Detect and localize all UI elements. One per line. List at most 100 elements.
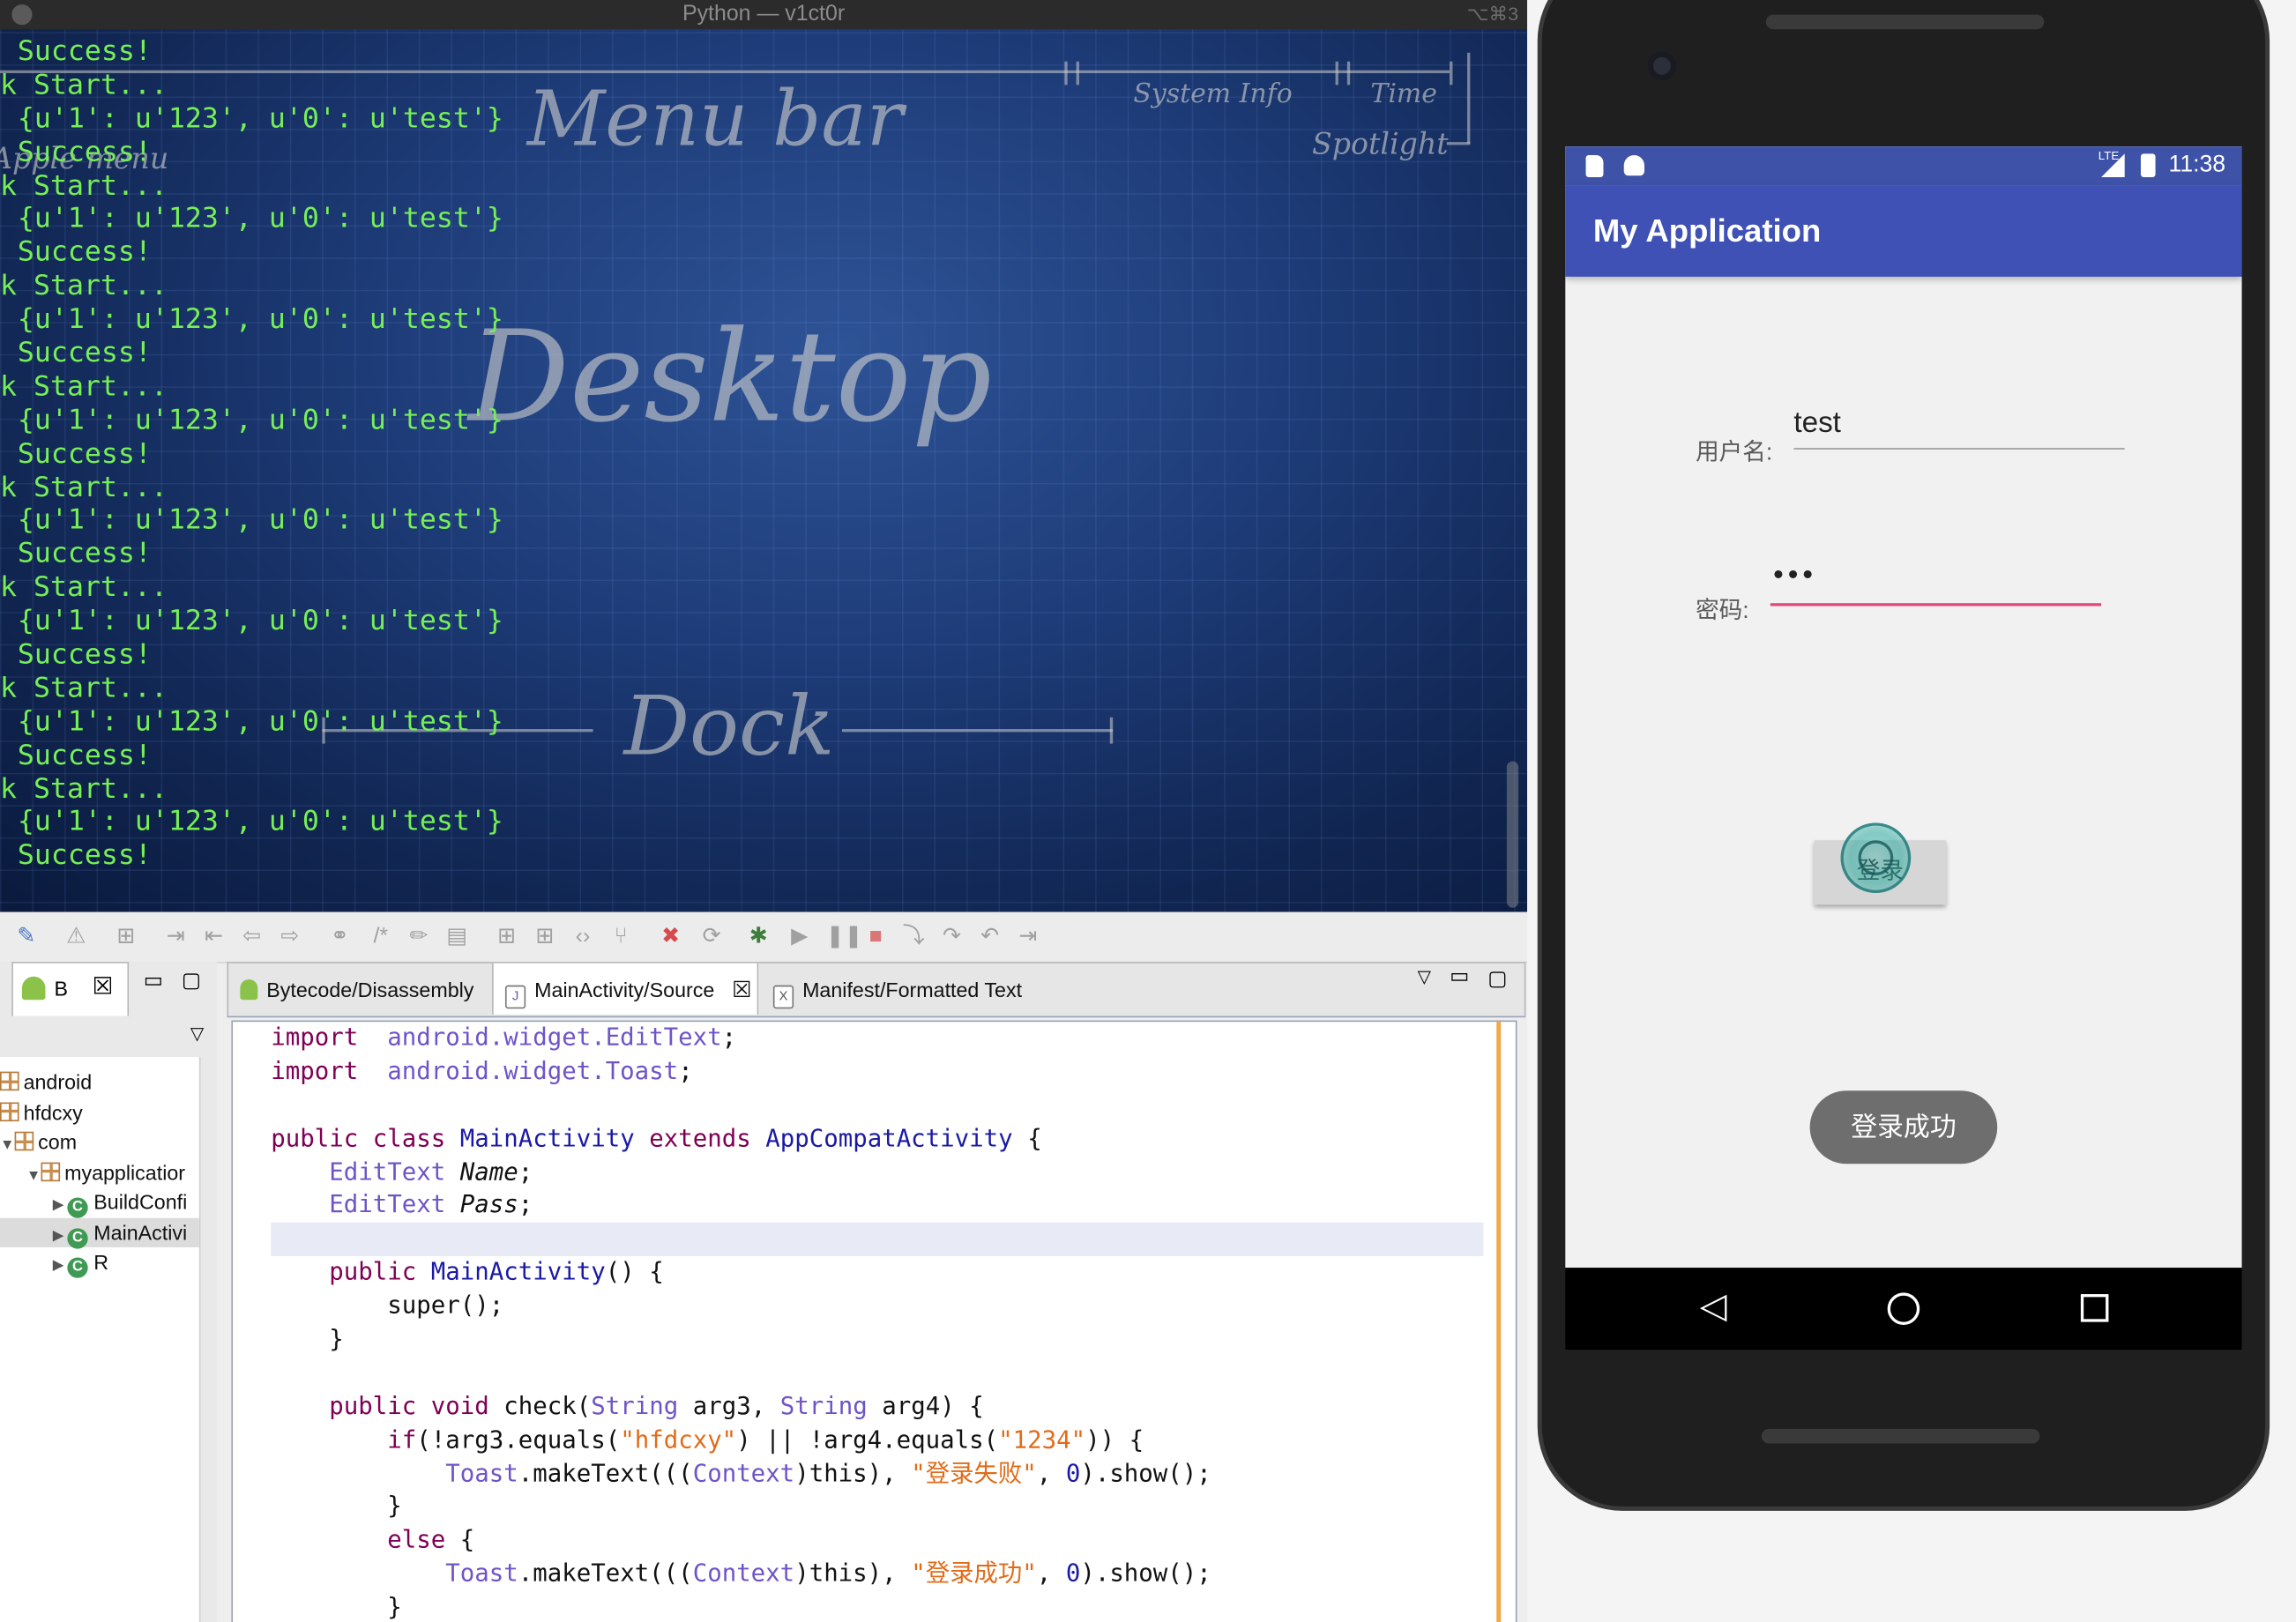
tree-item[interactable]: ▼ myapplicatior [0,1157,199,1187]
tree-item-label: android [23,1069,93,1094]
tree-item-label: MainActivi [93,1220,188,1244]
tab-list-chevron-icon[interactable]: ▽ [1418,966,1431,986]
code-line: } [271,1323,1211,1357]
step-over-icon[interactable]: ↷ [940,925,964,949]
code-token: .makeText((( [518,1459,693,1487]
recents-icon[interactable] [2080,1294,2109,1322]
tree-item[interactable]: android [0,1068,199,1097]
terminal-line: Success! [17,839,152,872]
grid-icon[interactable]: ⊞ [495,925,518,949]
tab-label: Manifest/Formatted Text [802,978,1023,1001]
view-menu-icon[interactable]: ▽ [190,1023,204,1044]
close-icon[interactable]: ☒ [732,978,751,1002]
link-icon[interactable]: ⚭ [328,925,352,949]
step-return-icon[interactable]: ↶ [978,925,1002,949]
code-line: else { [271,1524,1211,1558]
delete-icon[interactable]: ✖ [659,925,682,949]
code-token: } [271,1324,344,1353]
maximize-icon[interactable]: ▢ [1487,966,1507,991]
phone-screen[interactable]: LTE 11:38 My Application 用户名: test 密码: •… [1565,146,2242,1269]
wallpaper-dock-label: Dock [623,679,835,775]
tag-icon[interactable]: ‹› [571,925,595,949]
android-notification-icon [1623,155,1644,176]
tab-mainactivity-source[interactable]: J MainActivity/Source ☒ [491,963,759,1015]
code-token: EditText [329,1157,446,1186]
tree-item-label: com [38,1130,78,1154]
stop-icon[interactable]: ■ [864,925,888,949]
terminal-line: Success! [17,739,152,771]
terminal-line: k Start... [0,471,168,503]
import-icon[interactable]: ⇤ [202,925,226,949]
terminal-line: Success! [17,638,152,671]
class-icon: C [67,1197,88,1218]
branch-icon[interactable]: ⑂ [609,925,633,949]
document-icon[interactable]: ▤ [445,925,469,949]
tab-bytecode-disassembly[interactable]: Bytecode/Disassembly [228,964,489,1015]
wallpaper-desktop-label: Desktop [468,304,993,451]
wallpaper-tick [1076,61,1079,86]
jump-to-icon[interactable]: ⇥ [164,925,188,949]
project-tab[interactable]: B ☒ [11,962,130,1016]
tree-item[interactable]: ▼ com [0,1127,199,1157]
wrench-icon[interactable]: ✎ [15,925,39,949]
wallpaper-time-label: Time [1370,78,1437,110]
back-icon[interactable]: ◁ [1691,1285,1735,1329]
terminal-titlebar[interactable]: Python — v1ct0r ⌥⌘3 [0,0,1528,30]
run-to-line-icon[interactable]: ⇥ [1017,925,1040,949]
tree-item[interactable]: ▶ C R [0,1247,199,1278]
code-token: android.widget.Toast [387,1056,679,1085]
editor-overview-ruler[interactable] [1496,1022,1502,1622]
project-explorer: B ☒ ▭ ▢ ▽ android hfdcxy ▼ com ▼ myapplicatio… [0,962,217,1622]
forward-arrow-icon[interactable]: ⇨ [279,925,302,949]
editor-area: Bytecode/Disassembly J MainActivity/Sourc… [227,962,1526,1622]
pause-icon[interactable]: ❚❚ [826,925,863,949]
code-token: } [271,1593,402,1621]
close-icon[interactable]: ☒ [93,972,114,1001]
new-window-icon[interactable]: ⊞ [115,925,138,949]
step-into-icon[interactable]: ⤵ [902,925,926,949]
tree-item-label: R [93,1250,109,1274]
app-toolbar: My Application [1565,185,2242,277]
maximize-icon[interactable]: ▢ [182,968,201,993]
tree-item[interactable]: ▶ C MainActivi [0,1216,199,1248]
code-token: AppCompatActivity [765,1123,1013,1152]
tab-manifest-formatted-text[interactable]: X Manifest/Formatted Text [762,964,1040,1015]
home-icon[interactable] [1887,1292,1920,1325]
code-token: arg4) { [867,1391,984,1420]
code-line: public class MainActivity extends AppCom… [271,1122,1211,1156]
warning-icon[interactable]: ⚠ [64,925,88,949]
grid-plus-icon[interactable]: ⊞ [533,925,556,949]
terminal-window[interactable]: Menu bar System Info Time Spotlight Appl… [0,0,1528,912]
pencil-icon[interactable]: ✏ [407,925,431,949]
terminal-scrollbar[interactable] [1506,761,1519,908]
code-token: ; [518,1190,533,1219]
minimize-icon[interactable]: ▭ [1450,964,1469,988]
decompiler-ide: ✎ ⚠ ⊞ ⇥ ⇤ ⇦ ⇨ ⚭ /* ✏ ▤ ⊞ ⊞ ‹› ⑂ ✖ ⟳ ✱ ▶ … [0,911,1528,1622]
terminal-line: {u'1': u'123', u'0': u'test'} [17,101,503,135]
collapsed-arrow-icon[interactable]: ▶ [53,1252,68,1281]
wallpaper-system-info-label: System Info [1133,78,1293,110]
username-input[interactable]: test [1793,404,2125,450]
network-type: LTE [2098,149,2120,163]
code-token: MainActivity [459,1123,635,1152]
debug-bug-icon[interactable]: ✱ [747,925,771,949]
run-icon[interactable]: ▶ [787,925,811,949]
code-token: public [329,1257,417,1286]
terminal-line: {u'1': u'123', u'0': u'test'} [17,504,503,537]
comment-icon[interactable]: /* [369,925,392,949]
refresh-icon[interactable]: ⟳ [700,925,724,949]
minimize-icon[interactable]: ▭ [144,968,163,993]
code-token: String [779,1391,868,1420]
code-token: ) || !arg4.equals( [736,1425,999,1454]
tree-item[interactable]: hfdcxy [0,1097,199,1127]
terminal-title: Python — v1ct0r [682,1,846,26]
back-arrow-icon[interactable]: ⇦ [240,925,264,949]
password-input[interactable]: ••• [1770,559,2102,606]
code-editor[interactable]: import android.widget.EditText; import an… [231,1020,1517,1622]
tree-item[interactable]: ▶ C BuildConfi [0,1187,199,1218]
